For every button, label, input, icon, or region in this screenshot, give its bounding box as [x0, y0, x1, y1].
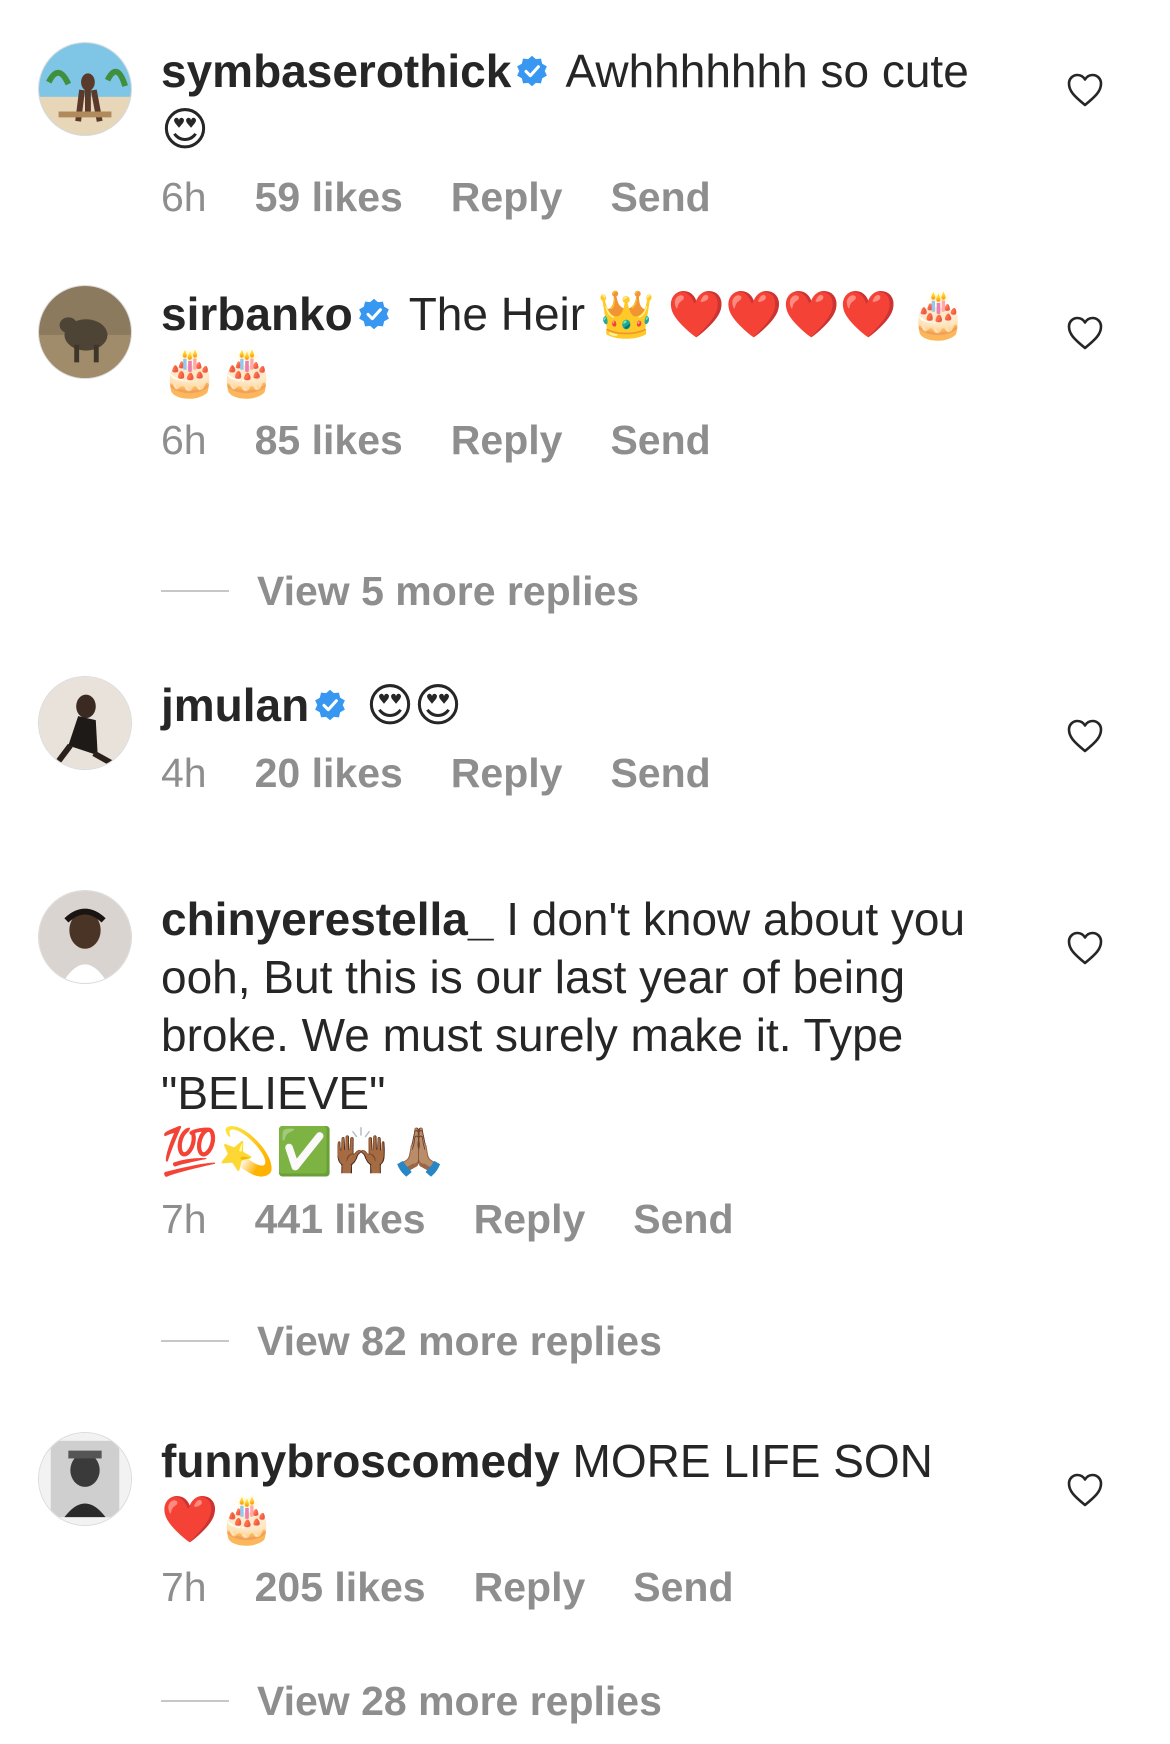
comment-body: funnybroscomedy MORE LIFE SON ❤️🎂 7h 205 … [161, 1432, 1001, 1612]
view-more-replies[interactable]: View 5 more replies [161, 563, 639, 616]
comment-time: 7h [161, 1196, 207, 1242]
comment-text: 😍😍 [366, 679, 462, 731]
comment-body: symbaserothick Awhhhhhhh so cute 😍 6h 59 … [161, 42, 1001, 222]
heart-outline-icon[interactable] [1066, 72, 1104, 108]
comment-meta: 7h 441 likes Reply Send [161, 1194, 1001, 1244]
comment-time: 4h [161, 750, 207, 796]
verified-badge-icon [515, 54, 549, 88]
view-replies-label[interactable]: View 28 more replies [257, 1678, 662, 1724]
view-replies-label[interactable]: View 82 more replies [257, 1318, 662, 1364]
comment-emoji: 💯💫✅🙌🏾🙏🏽 [161, 1124, 448, 1178]
comment-username[interactable]: sirbanko [161, 288, 353, 340]
comment-username[interactable]: chinyerestella_ [161, 893, 493, 945]
reply-button[interactable]: Reply [451, 750, 563, 796]
comment-meta: 6h 59 likes Reply Send [161, 172, 1001, 222]
verified-badge-icon [357, 297, 391, 331]
send-button[interactable]: Send [610, 417, 710, 463]
comment-text: MORE LIFE SON [572, 1435, 933, 1487]
comment-username[interactable]: funnybroscomedy [161, 1435, 560, 1487]
avatar[interactable] [38, 890, 132, 984]
heart-outline-icon[interactable] [1066, 1472, 1104, 1508]
comment-likes[interactable]: 205 likes [255, 1564, 426, 1610]
comment-emoji: ❤️🎂 [161, 1492, 276, 1546]
comment-meta: 7h 205 likes Reply Send [161, 1562, 1001, 1612]
send-button[interactable]: Send [633, 1564, 733, 1610]
comment-body: sirbanko The Heir 👑 ❤️❤️❤️❤️ 🎂🎂🎂 6h 85 li… [161, 285, 1001, 465]
avatar[interactable] [38, 42, 132, 136]
comment-likes[interactable]: 441 likes [255, 1196, 426, 1242]
comment-time: 6h [161, 174, 207, 220]
reply-button[interactable]: Reply [474, 1196, 586, 1242]
comment-time: 6h [161, 417, 207, 463]
comment-username[interactable]: jmulan [161, 679, 309, 731]
avatar[interactable] [38, 285, 132, 379]
heart-outline-icon[interactable] [1066, 718, 1104, 754]
comment-likes[interactable]: 59 likes [255, 174, 403, 220]
view-replies-label[interactable]: View 5 more replies [257, 568, 639, 614]
replies-divider [161, 590, 229, 593]
heart-outline-icon[interactable] [1066, 315, 1104, 351]
avatar[interactable] [38, 676, 132, 770]
send-button[interactable]: Send [610, 174, 710, 220]
comment-body: jmulan 😍😍 4h 20 likes Reply Send [161, 676, 1001, 798]
heart-outline-icon[interactable] [1066, 930, 1104, 966]
reply-button[interactable]: Reply [474, 1564, 586, 1610]
comment-likes[interactable]: 85 likes [255, 417, 403, 463]
comment-username[interactable]: symbaserothick [161, 45, 511, 97]
comment-body: chinyerestella_ I don't know about you o… [161, 890, 1001, 1244]
send-button[interactable]: Send [610, 750, 710, 796]
view-more-replies[interactable]: View 82 more replies [161, 1313, 662, 1366]
comment-meta: 4h 20 likes Reply Send [161, 748, 1001, 798]
reply-button[interactable]: Reply [451, 174, 563, 220]
verified-badge-icon [313, 688, 347, 722]
comment-meta: 6h 85 likes Reply Send [161, 415, 1001, 465]
replies-divider [161, 1340, 229, 1343]
reply-button[interactable]: Reply [451, 417, 563, 463]
view-more-replies[interactable]: View 28 more replies [161, 1673, 662, 1726]
comment-time: 7h [161, 1564, 207, 1610]
replies-divider [161, 1700, 229, 1703]
send-button[interactable]: Send [633, 1196, 733, 1242]
comment-likes[interactable]: 20 likes [255, 750, 403, 796]
avatar[interactable] [38, 1432, 132, 1526]
